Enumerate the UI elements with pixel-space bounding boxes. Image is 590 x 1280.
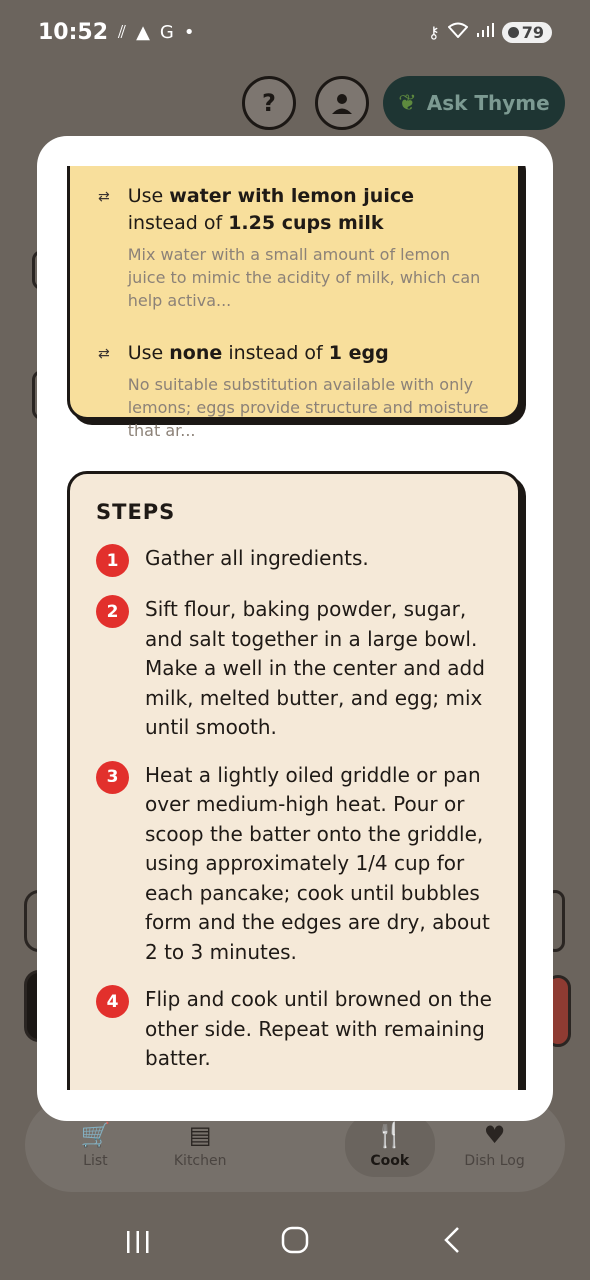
cart-icon: 🛒 — [80, 1121, 111, 1149]
user-icon — [332, 94, 352, 114]
status-bar: 10:52 ⫽ ▲ G • ⚷ 79 — [0, 0, 590, 64]
substitution-description: Mix water with a small amount of lemon j… — [127, 245, 481, 310]
sub-mid: instead of — [222, 342, 329, 364]
step-number-badge: 3 — [96, 760, 129, 794]
step-text: Flip and cook until browned on the other… — [145, 987, 492, 1070]
wifi-icon — [447, 22, 469, 42]
substitution-text: Use none instead of 1 egg — [128, 340, 490, 367]
key-icon: ⚷ — [428, 22, 440, 42]
steps-title: STEPS — [96, 500, 176, 524]
substitution-content: Use none instead of 1 egg No suitable su… — [128, 340, 490, 442]
fridge-icon: ▤ — [188, 1121, 212, 1149]
recent-apps-icon — [127, 1230, 149, 1253]
dot-icon: • — [183, 21, 195, 43]
sub-mid: instead of — [127, 212, 229, 234]
status-time: 10:52 — [38, 19, 109, 45]
back-button[interactable] — [422, 1226, 482, 1262]
signal-glyph-icon: ⫽ — [118, 21, 127, 43]
battery-level: 79 — [521, 22, 544, 42]
recent-apps-button[interactable] — [108, 1227, 168, 1262]
status-left: 10:52 ⫽ ▲ G • — [38, 20, 194, 45]
substitution-item: ⇄ Use none instead of 1 egg No suitable … — [98, 340, 490, 442]
substitutions-card: ⇄ Use water with lemon juice instead of … — [67, 166, 521, 440]
substitution-content: Use water with lemon juice instead of 1.… — [128, 183, 490, 312]
status-right: ⚷ 79 — [428, 21, 552, 43]
cellular-signal-icon — [476, 22, 494, 42]
ask-thyme-button[interactable]: ❦ Ask Thyme — [383, 76, 565, 130]
step-number-badge: 4 — [96, 985, 129, 1018]
step-item: 3 Heat a lightly oiled griddle or pan ov… — [96, 760, 492, 968]
sub-prefix: Use — [127, 342, 170, 364]
step-text: Heat a lightly oiled griddle or pan over… — [145, 762, 490, 964]
step-item: 4 Flip and cook until browned on the oth… — [96, 985, 492, 1074]
swap-icon: ⇄ — [98, 189, 110, 205]
substitution-description: No suitable substitution available with … — [127, 375, 489, 440]
nav-label-kitchen: Kitchen — [173, 1153, 227, 1169]
home-icon — [281, 1226, 309, 1254]
substitution-text: Use water with lemon juice instead of 1.… — [128, 183, 490, 237]
leaf-icon: ❦ — [398, 90, 417, 116]
sub-use: water with lemon juice — [169, 185, 414, 207]
battery-indicator: 79 — [501, 21, 552, 43]
heart-icon: ♥ — [483, 1121, 506, 1149]
help-button[interactable]: ? — [242, 76, 296, 130]
nav-label-list: List — [83, 1153, 108, 1169]
sub-of: 1.25 cups milk — [228, 212, 384, 234]
nav-label-dish-log: Dish Log — [464, 1153, 525, 1169]
step-number-badge: 1 — [96, 544, 129, 577]
recipe-modal: ⇄ Use water with lemon juice instead of … — [37, 136, 553, 1121]
help-icon: ? — [262, 89, 276, 117]
swap-icon: ⇄ — [98, 346, 110, 362]
battery-icon — [507, 26, 519, 38]
profile-button[interactable] — [315, 76, 369, 130]
shopping-bag-icon: ▲ — [136, 21, 150, 43]
step-text: Gather all ingredients. — [145, 546, 369, 570]
modal-scroll-area[interactable]: ⇄ Use water with lemon juice instead of … — [67, 166, 529, 1090]
app-header: ? ❦ Ask Thyme — [0, 76, 590, 132]
back-icon — [443, 1227, 459, 1253]
step-text: Sift flour, baking powder, sugar, and sa… — [145, 597, 485, 739]
sub-prefix: Use — [127, 185, 170, 207]
system-nav-bar — [0, 1208, 590, 1280]
ask-thyme-label: Ask Thyme — [426, 91, 550, 115]
nav-item-cook[interactable]: 🍴 Cook — [344, 1113, 435, 1177]
step-item: 2 Sift flour, baking powder, sugar, and … — [96, 595, 492, 743]
nav-item-kitchen[interactable]: ▤ Kitchen — [155, 1121, 245, 1169]
step-number-badge: 2 — [96, 595, 129, 628]
nav-item-dish-log[interactable]: ♥ Dish Log — [450, 1121, 540, 1169]
step-item: 1 Gather all ingredients. — [96, 544, 492, 577]
sub-of: 1 egg — [328, 342, 389, 364]
nav-label-cook: Cook — [370, 1153, 410, 1169]
steps-card: STEPS 1 Gather all ingredients. 2 Sift f… — [67, 471, 521, 1090]
home-button[interactable] — [265, 1226, 325, 1262]
google-icon: G — [159, 21, 174, 43]
nav-item-list[interactable]: 🛒 List — [50, 1121, 140, 1169]
substitution-item: ⇄ Use water with lemon juice instead of … — [98, 183, 490, 312]
fork-knife-icon: 🍴 — [374, 1121, 405, 1149]
sub-use: none — [169, 342, 223, 364]
